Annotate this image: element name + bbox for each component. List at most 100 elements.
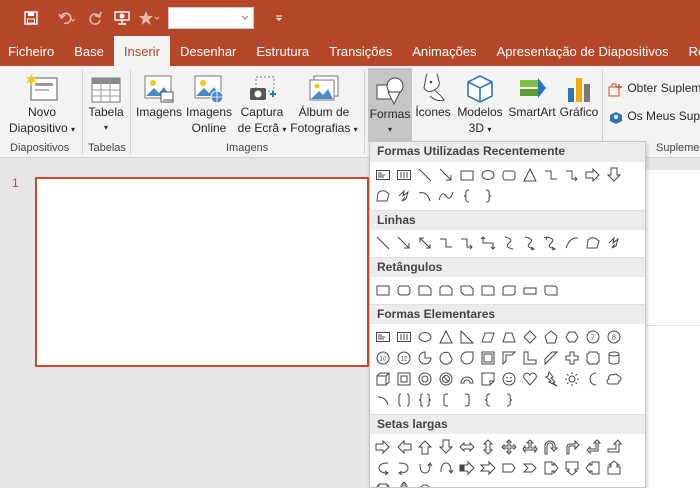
tab-transicoes[interactable]: Transições — [319, 36, 402, 66]
present-icon[interactable] — [112, 7, 134, 29]
shape-vtextbox-icon[interactable] — [395, 328, 413, 346]
shape-notched-icon[interactable] — [479, 459, 497, 477]
shape-tri-icon[interactable] — [521, 166, 539, 184]
shape-chevron-icon[interactable] — [521, 459, 539, 477]
shape-cloud-icon[interactable] — [605, 370, 623, 388]
shape-callu-icon[interactable] — [605, 459, 623, 477]
shape-darrow-icon[interactable] — [437, 438, 455, 456]
shape-lbrace-icon[interactable] — [479, 391, 497, 409]
tab-rever[interactable]: Rever — [679, 36, 700, 66]
tab-animacoes[interactable]: Animações — [402, 36, 486, 66]
shape-rbracket-icon[interactable] — [458, 391, 476, 409]
shape-bevel-icon[interactable] — [395, 370, 413, 388]
shape-bolt-icon[interactable] — [542, 370, 560, 388]
shape-oval-icon[interactable] — [479, 166, 497, 184]
tab-estrutura[interactable]: Estrutura — [246, 36, 319, 66]
chart-button[interactable]: Gráfico — [558, 66, 600, 138]
shape-trap-icon[interactable] — [500, 328, 518, 346]
get-addins-button[interactable]: Obter Suplem — [608, 80, 700, 100]
shape-arrowline-icon[interactable] — [437, 166, 455, 184]
shape-darrowline-icon[interactable] — [416, 234, 434, 252]
shape-r9-icon[interactable] — [542, 281, 560, 299]
tab-inserir[interactable]: Inserir — [113, 36, 171, 66]
table-button[interactable]: Tabela ▾ — [84, 66, 128, 138]
pictures-button[interactable]: Imagens — [134, 66, 184, 138]
shape-elbowarr-icon[interactable] — [458, 234, 476, 252]
shape-arc-icon[interactable] — [416, 187, 434, 205]
shape-hex-icon[interactable] — [563, 328, 581, 346]
shape-textbox-icon[interactable] — [374, 328, 392, 346]
shape-diamond-icon[interactable] — [521, 328, 539, 346]
shape-curve-icon[interactable] — [563, 234, 581, 252]
shape-diagstripe-icon[interactable] — [542, 349, 560, 367]
shape-darrow-icon[interactable] — [605, 166, 623, 184]
shape-lrudarrow-icon[interactable] — [521, 438, 539, 456]
shape-r4-icon[interactable] — [437, 281, 455, 299]
shape-can-icon[interactable] — [605, 349, 623, 367]
shape-line-icon[interactable] — [374, 234, 392, 252]
shape-callquad-icon[interactable] — [395, 480, 413, 487]
shape-udarrow-icon[interactable] — [479, 438, 497, 456]
shape-scribble-icon[interactable] — [395, 187, 413, 205]
photo-album-button[interactable]: Álbum de Fotografias ▾ — [288, 66, 360, 138]
icons-button[interactable]: Ícones — [412, 66, 454, 138]
shape-plus-icon[interactable] — [563, 349, 581, 367]
star-icon[interactable] — [138, 7, 160, 29]
slide-canvas[interactable] — [646, 170, 700, 488]
shape-r6-icon[interactable] — [479, 281, 497, 299]
shape-circarr-icon[interactable] — [416, 480, 434, 487]
shape-para-icon[interactable] — [479, 328, 497, 346]
shape-blockarc-icon[interactable] — [458, 370, 476, 388]
shape-bentarrow-icon[interactable] — [563, 438, 581, 456]
shape-r7-icon[interactable] — [500, 281, 518, 299]
shape-curvedr-icon[interactable] — [374, 459, 392, 477]
shape-lupArrow-icon[interactable] — [584, 438, 602, 456]
shape-halfframe-icon[interactable] — [500, 349, 518, 367]
shape-rrect-icon[interactable] — [500, 166, 518, 184]
tab-apresentacao[interactable]: Apresentação de Diapositivos — [487, 36, 679, 66]
shape-curvedl-icon[interactable] — [395, 459, 413, 477]
shape-scribble-icon[interactable] — [605, 234, 623, 252]
shape-elbowdarr-icon[interactable] — [479, 234, 497, 252]
shape-vtextbox-icon[interactable] — [395, 166, 413, 184]
tab-ficheiro[interactable]: Ficheiro — [0, 36, 64, 66]
shape-lbrace-icon[interactable] — [458, 187, 476, 205]
shape-calll-icon[interactable] — [584, 459, 602, 477]
smartart-button[interactable]: SmartArt — [506, 66, 558, 138]
shape-r8-icon[interactable] — [521, 281, 539, 299]
shape-frame-icon[interactable] — [479, 349, 497, 367]
shape-striped-icon[interactable] — [458, 459, 476, 477]
shape-callr-icon[interactable] — [542, 459, 560, 477]
shape-arrowline-icon[interactable] — [395, 234, 413, 252]
shape-dodec-icon[interactable]: 12 — [395, 349, 413, 367]
shape-rbrace-icon[interactable] — [500, 391, 518, 409]
my-addins-button[interactable]: Os Meus Sup — [608, 108, 700, 128]
shape-oval-icon[interactable] — [416, 328, 434, 346]
shape-r2-icon[interactable] — [395, 281, 413, 299]
shape-sun-icon[interactable] — [563, 370, 581, 388]
redo-icon[interactable] — [84, 7, 106, 29]
shape-r5-icon[interactable] — [458, 281, 476, 299]
shape-lbracket-icon[interactable] — [437, 391, 455, 409]
shape-arcl-icon[interactable] — [374, 391, 392, 409]
save-icon[interactable] — [20, 7, 42, 29]
shape-tear-icon[interactable] — [458, 349, 476, 367]
shape-dbrace-icon[interactable] — [416, 391, 434, 409]
shape-smiley-icon[interactable] — [500, 370, 518, 388]
shape-donut-icon[interactable] — [416, 370, 434, 388]
shape-bentup-icon[interactable] — [605, 438, 623, 456]
shape-pie-icon[interactable] — [416, 349, 434, 367]
shape-textbox-icon[interactable] — [374, 166, 392, 184]
shape-lrarrow-icon[interactable] — [458, 438, 476, 456]
shape-curvearr2-icon[interactable] — [521, 234, 539, 252]
shape-larrow-icon[interactable] — [395, 438, 413, 456]
shape-moon-icon[interactable] — [584, 370, 602, 388]
shape-tri-icon[interactable] — [437, 328, 455, 346]
shape-rarrow-icon[interactable] — [374, 438, 392, 456]
shape-heart-icon[interactable] — [521, 370, 539, 388]
shape-curvedarr-icon[interactable] — [542, 234, 560, 252]
shape-rect-icon[interactable] — [458, 166, 476, 184]
shape-dbracket-icon[interactable] — [395, 391, 413, 409]
shape-nosym-icon[interactable] — [437, 370, 455, 388]
customize-quick-access-icon[interactable] — [268, 7, 290, 29]
